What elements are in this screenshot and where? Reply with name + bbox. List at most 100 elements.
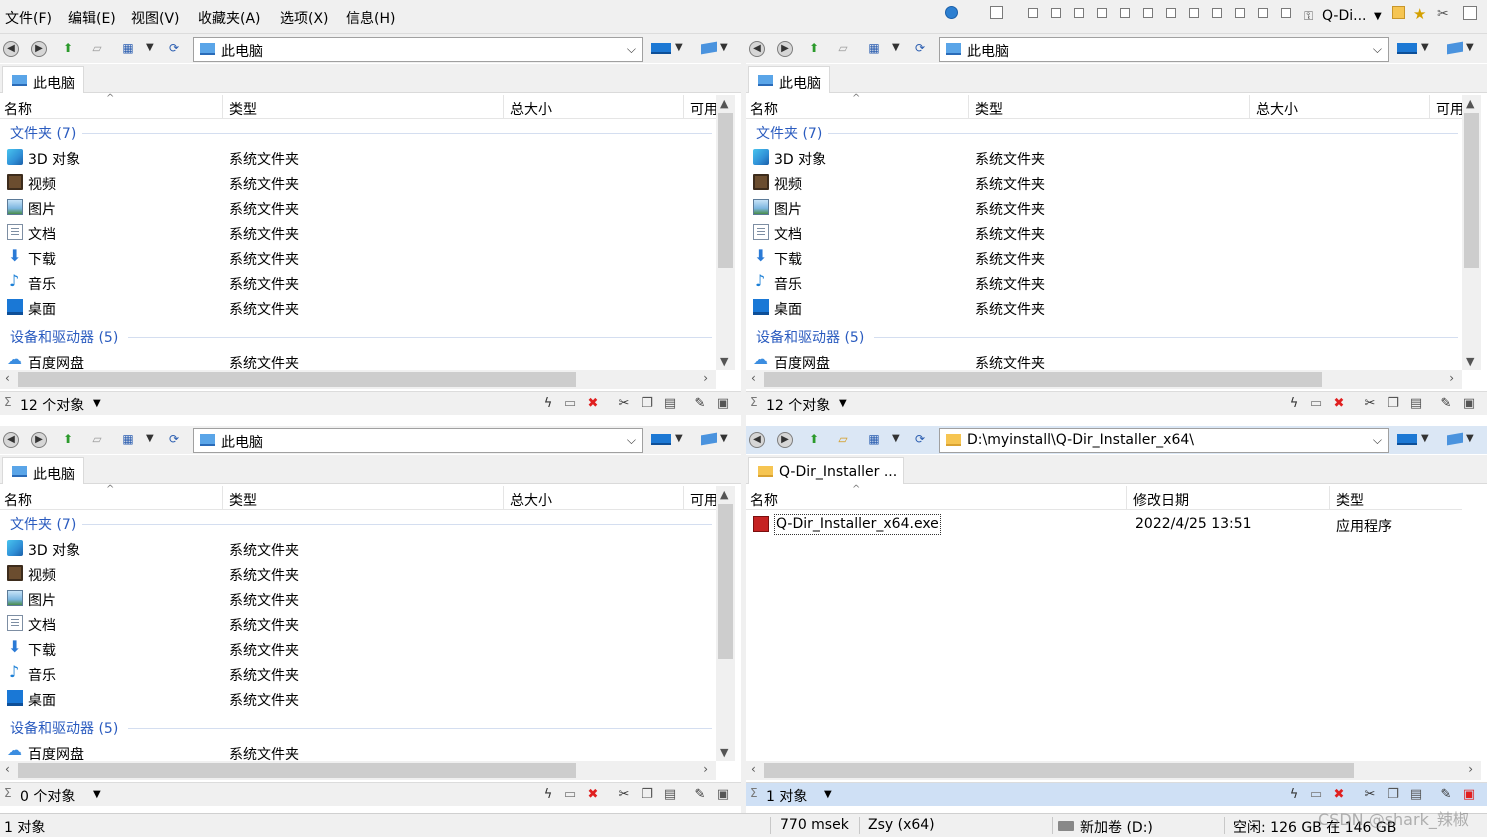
refresh-icon[interactable]: ⟳: [166, 432, 182, 447]
copy-icon[interactable]: ❐: [1386, 788, 1400, 802]
edit-icon[interactable]: ✎: [693, 397, 707, 411]
column-type[interactable]: 类型: [975, 99, 1003, 119]
scroll-up-icon[interactable]: ▲: [720, 97, 728, 110]
list-item[interactable]: 3D 对象 系统文件夹: [0, 536, 716, 561]
column-total-size[interactable]: 总大小: [510, 99, 552, 119]
rename-icon[interactable]: ▭: [1309, 397, 1323, 411]
tab-current[interactable]: 此电脑: [2, 457, 84, 484]
new-folder-icon[interactable]: ▱: [89, 432, 105, 447]
view-mode-icon[interactable]: ▦: [866, 41, 882, 56]
back-icon[interactable]: ◀: [3, 41, 19, 57]
lightning-icon[interactable]: ϟ: [541, 788, 555, 802]
back-icon[interactable]: ◀: [749, 41, 765, 57]
address-text[interactable]: 此电脑: [221, 41, 263, 61]
object-count-dropdown-icon[interactable]: ▼: [93, 789, 101, 800]
new-folder-icon[interactable]: ▱: [835, 41, 851, 56]
horizontal-scrollbar[interactable]: ‹ ›: [746, 761, 1481, 780]
column-type[interactable]: 类型: [229, 490, 257, 510]
up-folder-icon[interactable]: ⬆: [60, 41, 76, 56]
list-item[interactable]: 桌面 系统文件夹: [746, 295, 1462, 320]
list-item[interactable]: 图片 系统文件夹: [0, 586, 716, 611]
lightning-icon[interactable]: ϟ: [1287, 397, 1301, 411]
menu-options[interactable]: 选项(X): [280, 8, 329, 28]
app-menu-dropdown-icon[interactable]: ▼: [1374, 11, 1382, 22]
global-drive[interactable]: 新加卷 (D:): [1080, 817, 1153, 837]
scroll-right-icon[interactable]: ›: [703, 371, 708, 385]
column-separator[interactable]: [222, 486, 223, 510]
pc-icon[interactable]: [1447, 41, 1463, 55]
list-item[interactable]: ♪ 音乐 系统文件夹: [746, 270, 1462, 295]
column-modified-date[interactable]: 修改日期: [1133, 490, 1189, 510]
pc-icon[interactable]: [701, 41, 717, 55]
column-separator[interactable]: [503, 486, 504, 510]
view-mode-dropdown-icon[interactable]: ▼: [892, 42, 900, 53]
column-separator[interactable]: [503, 95, 504, 119]
group-devices[interactable]: 设备和驱动器 (5): [10, 718, 118, 738]
rename-icon[interactable]: ▭: [1309, 788, 1323, 802]
pc-dropdown-icon[interactable]: ▼: [1466, 433, 1474, 444]
cut-icon[interactable]: ✂: [617, 788, 631, 802]
tab-current[interactable]: 此电脑: [2, 66, 84, 93]
pc-dropdown-icon[interactable]: ▼: [720, 42, 728, 53]
column-name[interactable]: 名称: [750, 490, 778, 510]
view-mode-dropdown-icon[interactable]: ▼: [146, 433, 154, 444]
address-bar[interactable]: D:\myinstall\Q-Dir_Installer_x64\ ⌵: [939, 428, 1389, 453]
address-text[interactable]: D:\myinstall\Q-Dir_Installer_x64\: [967, 432, 1194, 448]
new-folder-icon[interactable]: ▱: [835, 432, 851, 447]
layout-grid-icon[interactable]: [990, 6, 1003, 19]
list-item[interactable]: Q-Dir_Installer_x64.exe 2022/4/25 13:51 应用…: [746, 512, 1462, 537]
scroll-up-icon[interactable]: ▲: [720, 488, 728, 501]
rename-icon[interactable]: ▭: [563, 397, 577, 411]
address-text[interactable]: 此电脑: [967, 41, 1009, 61]
layout-12-icon[interactable]: [1281, 8, 1291, 18]
column-total-size[interactable]: 总大小: [510, 490, 552, 510]
globe-icon[interactable]: [945, 6, 958, 19]
list-item[interactable]: 文档 系统文件夹: [746, 220, 1462, 245]
column-name[interactable]: 名称: [750, 99, 778, 119]
up-folder-icon[interactable]: ⬆: [806, 432, 822, 447]
lightning-icon[interactable]: ϟ: [1287, 788, 1301, 802]
scroll-thumb[interactable]: [18, 372, 576, 387]
scroll-thumb[interactable]: [764, 763, 1354, 778]
scroll-thumb[interactable]: [764, 372, 1322, 387]
view-mode-dropdown-icon[interactable]: ▼: [146, 42, 154, 53]
scroll-left-icon[interactable]: ‹: [5, 371, 10, 385]
scroll-right-icon[interactable]: ›: [703, 762, 708, 776]
key-icon[interactable]: ⚿: [1304, 9, 1313, 24]
copy-icon[interactable]: ❐: [1386, 397, 1400, 411]
view-mode-icon[interactable]: ▦: [866, 432, 882, 447]
new-folder-icon[interactable]: ▱: [89, 41, 105, 56]
column-separator[interactable]: [1329, 486, 1330, 510]
horizontal-scrollbar[interactable]: ‹ ›: [0, 370, 716, 389]
paste-icon[interactable]: ▤: [1409, 788, 1423, 802]
refresh-icon[interactable]: ⟳: [912, 41, 928, 56]
view-mode-dropdown-icon[interactable]: ▼: [892, 433, 900, 444]
layout-2-icon[interactable]: [1051, 8, 1061, 18]
favorite-star-icon[interactable]: ★: [1413, 5, 1426, 23]
vertical-scrollbar[interactable]: ▲ ▼: [1462, 95, 1481, 370]
address-dropdown-icon[interactable]: ⌵: [627, 433, 636, 448]
group-devices[interactable]: 设备和驱动器 (5): [756, 327, 864, 347]
menu-info[interactable]: 信息(H): [346, 8, 395, 28]
list-item[interactable]: ⬇ 下载 系统文件夹: [0, 245, 716, 270]
group-devices[interactable]: 设备和驱动器 (5): [10, 327, 118, 347]
list-item[interactable]: ⬇ 下载 系统文件夹: [0, 636, 716, 661]
address-dropdown-icon[interactable]: ⌵: [1373, 433, 1382, 448]
refresh-icon[interactable]: ⟳: [166, 41, 182, 56]
edit-icon[interactable]: ✎: [1439, 397, 1453, 411]
scroll-right-icon[interactable]: ›: [1449, 371, 1454, 385]
address-dropdown-icon[interactable]: ⌵: [1373, 42, 1382, 57]
back-icon[interactable]: ◀: [3, 432, 19, 448]
edit-icon[interactable]: ✎: [1439, 788, 1453, 802]
monitor-icon[interactable]: [651, 434, 671, 445]
scroll-thumb[interactable]: [718, 113, 733, 268]
column-separator[interactable]: [683, 486, 684, 510]
column-separator[interactable]: [1126, 486, 1127, 510]
monitor-dropdown-icon[interactable]: ▼: [675, 433, 683, 444]
delete-icon[interactable]: ✖: [586, 788, 600, 802]
list-item[interactable]: 文档 系统文件夹: [0, 220, 716, 245]
group-folders[interactable]: 文件夹 (7): [10, 123, 76, 143]
pc-dropdown-icon[interactable]: ▼: [1466, 42, 1474, 53]
list-item[interactable]: 桌面 系统文件夹: [0, 295, 716, 320]
cut-icon[interactable]: ✂: [617, 397, 631, 411]
